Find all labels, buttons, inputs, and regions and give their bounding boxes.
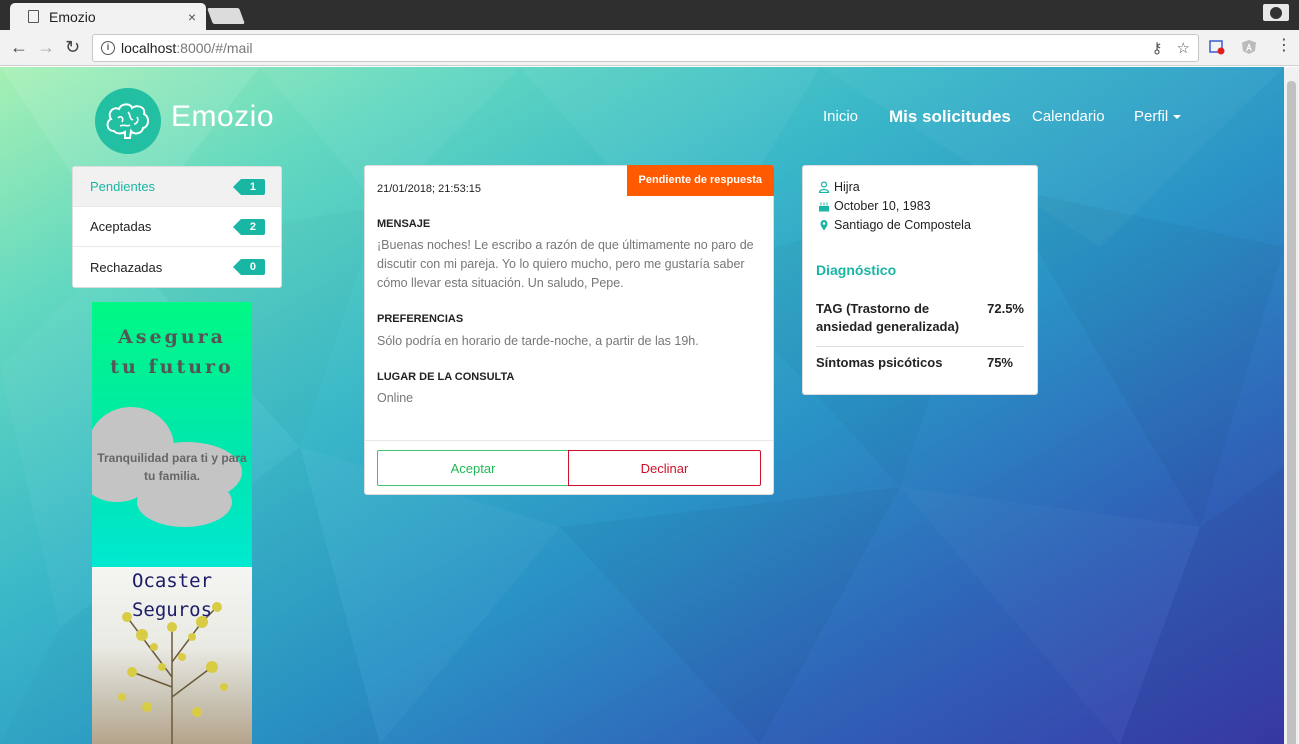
diagnosis-title: Diagnóstico bbox=[816, 262, 897, 278]
bookmark-star-icon[interactable]: ☆ bbox=[1177, 39, 1190, 57]
folder-label: Aceptadas bbox=[90, 219, 152, 234]
diagnosis-value: 75% bbox=[986, 355, 1013, 370]
extension-icon[interactable] bbox=[1209, 39, 1225, 55]
diagnosis-label: Síntomas psicóticos bbox=[816, 355, 943, 370]
address-bar[interactable]: i localhost:8000/#/mail ⚷ ☆ bbox=[92, 34, 1199, 62]
folder-item-pendientes[interactable]: Pendientes 1 bbox=[73, 167, 281, 207]
page-scrollbar[interactable] bbox=[1284, 67, 1299, 744]
patient-birthdate-row: October 10, 1983 bbox=[818, 199, 931, 213]
folder-label: Pendientes bbox=[90, 179, 156, 194]
card-divider bbox=[365, 440, 773, 441]
browser-toolbar: ← → ↻ i localhost:8000/#/mail ⚷ ☆ ⋮ bbox=[0, 30, 1299, 66]
patient-name: Hijra bbox=[834, 180, 860, 194]
ad-brand-line: Ocaster bbox=[131, 570, 213, 592]
brand-name[interactable]: Emozio bbox=[171, 100, 274, 134]
browser-tab[interactable]: Emozio × bbox=[10, 3, 206, 30]
folder-item-aceptadas[interactable]: Aceptadas 2 bbox=[73, 207, 281, 247]
reload-icon[interactable]: ↻ bbox=[65, 38, 80, 56]
message-text: ¡Buenas noches! Le escribo a razón de qu… bbox=[377, 238, 754, 290]
page-content: Emozio Inicio Mis solicitudes Calendario… bbox=[0, 67, 1284, 744]
ad-tagline: Tranquilidad para ti y para tu familia. bbox=[97, 451, 247, 483]
ad-brand: Ocaster Seguros bbox=[92, 567, 252, 625]
patient-location-row: Santiago de Compostela bbox=[818, 218, 971, 232]
patient-location: Santiago de Compostela bbox=[834, 218, 971, 232]
diagnosis-row: TAG (Trastorno de ansiedad generalizada)… bbox=[816, 300, 1024, 336]
patient-info-card: Hijra October 10, 1983 Santiago de Compo… bbox=[802, 165, 1038, 395]
section-title-mensaje: MENSAJE bbox=[377, 218, 431, 230]
menu-icon[interactable]: ⋮ bbox=[1276, 37, 1292, 55]
nav-perfil[interactable]: Perfil bbox=[1134, 108, 1182, 125]
url-host: localhost bbox=[121, 40, 177, 56]
nav-mis-solicitudes[interactable]: Mis solicitudes bbox=[889, 107, 1011, 127]
ad-title-line: tu futuro bbox=[110, 356, 234, 378]
tab-title: Emozio bbox=[49, 8, 96, 25]
scrollbar-thumb[interactable] bbox=[1287, 81, 1296, 744]
count-badge: 2 bbox=[232, 218, 265, 235]
nav-inicio[interactable]: Inicio bbox=[823, 108, 858, 125]
url-path: :8000/#/mail bbox=[176, 40, 253, 56]
browser-tabbar: Emozio × bbox=[0, 0, 1299, 30]
profile-icon[interactable] bbox=[1263, 4, 1289, 21]
back-icon[interactable]: ← bbox=[10, 38, 28, 56]
insurance-ad-banner[interactable]: Asegura tu futuro Tranquilidad para ti y… bbox=[92, 302, 252, 744]
page-icon bbox=[28, 10, 39, 23]
decline-button[interactable]: Declinar bbox=[568, 450, 761, 486]
count-badge: 0 bbox=[232, 259, 265, 275]
patient-name-row: Hijra bbox=[818, 180, 860, 194]
ad-brand-line: Seguros bbox=[131, 599, 213, 621]
diagnosis-value: 72.5% bbox=[987, 301, 1024, 316]
patient-birthdate: October 10, 1983 bbox=[834, 199, 931, 213]
ad-title: Asegura tu futuro bbox=[92, 322, 252, 382]
birthday-cake-icon bbox=[819, 202, 829, 212]
key-icon[interactable]: ⚷ bbox=[1152, 39, 1163, 57]
info-icon[interactable]: i bbox=[101, 41, 115, 55]
brain-logo-icon[interactable] bbox=[95, 88, 161, 154]
nav-calendario[interactable]: Calendario bbox=[1032, 108, 1105, 125]
tab-close-icon[interactable]: × bbox=[188, 9, 196, 25]
section-title-lugar: LUGAR DE LA CONSULTA bbox=[377, 371, 515, 383]
diagnosis-row: Síntomas psicóticos 75% bbox=[816, 354, 1024, 372]
status-badge: Pendiente de respuesta bbox=[626, 165, 774, 196]
message-date: 21/01/2018; 21:53:15 bbox=[377, 183, 481, 195]
caret-down-icon bbox=[1173, 115, 1182, 120]
accept-button[interactable]: Aceptar bbox=[377, 450, 569, 486]
map-marker-icon bbox=[820, 220, 828, 231]
preferences-text: Sólo podría en horario de tarde-noche, a… bbox=[377, 334, 699, 348]
request-folder-list: Pendientes 1 Aceptadas 2 Rechazadas 0 bbox=[72, 166, 282, 288]
request-message-card: Pendiente de respuesta 21/01/2018; 21:53… bbox=[364, 165, 774, 495]
section-title-preferencias: PREFERENCIAS bbox=[377, 313, 464, 325]
forward-icon[interactable]: → bbox=[37, 38, 55, 56]
count-badge: 1 bbox=[232, 178, 265, 195]
location-text: Online bbox=[377, 391, 414, 405]
user-icon bbox=[818, 181, 830, 193]
angular-extension-icon[interactable] bbox=[1241, 39, 1257, 55]
folder-item-rechazadas[interactable]: Rechazadas 0 bbox=[73, 247, 281, 287]
nav-perfil-label: Perfil bbox=[1134, 108, 1169, 125]
new-tab-button[interactable] bbox=[207, 8, 245, 24]
ad-title-line: Asegura bbox=[118, 326, 226, 348]
diagnosis-label: TAG (Trastorno de ansiedad generalizada) bbox=[816, 301, 960, 334]
diagnosis-divider bbox=[816, 346, 1024, 347]
folder-label: Rechazadas bbox=[90, 259, 163, 275]
